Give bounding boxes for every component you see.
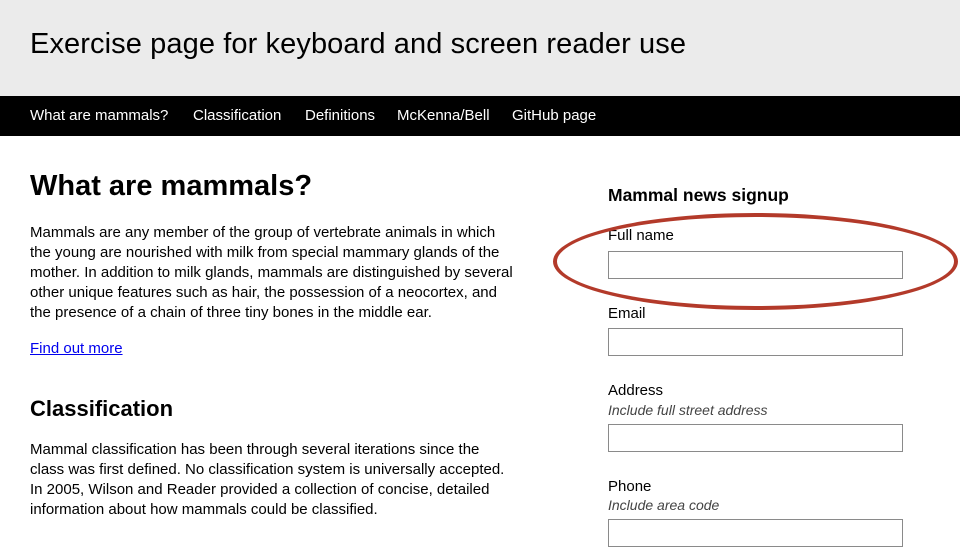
paragraph-line: other unique features such as hair, the … xyxy=(30,284,497,301)
paragraph-line: information about how mammals could be c… xyxy=(30,501,378,518)
paragraph-line: Mammals are any member of the group of v… xyxy=(30,224,496,241)
email-field[interactable] xyxy=(608,328,903,356)
signup-form-title: Mammal news signup xyxy=(608,185,789,205)
mammals-paragraph: Mammals are any member of the group of v… xyxy=(30,223,550,323)
find-out-more-link[interactable]: Find out more xyxy=(30,340,123,357)
paragraph-line: Mammal classification has been through s… xyxy=(30,441,480,458)
site-header: Exercise page for keyboard and screen re… xyxy=(0,0,960,96)
paragraph-line: class was first defined. No classificati… xyxy=(30,461,505,478)
paragraph-line: the young are nourished with milk from s… xyxy=(30,244,500,261)
paragraph-line: In 2005, Wilson and Reader provided a co… xyxy=(30,481,490,498)
nav-link-mckenna-bell[interactable]: McKenna/Bell xyxy=(397,107,490,124)
nav-link-definitions[interactable]: Definitions xyxy=(305,107,375,124)
nav-link-what-are-mammals[interactable]: What are mammals? xyxy=(30,107,168,124)
paragraph-line: the presence of a chain of three tiny bo… xyxy=(30,304,432,321)
classification-paragraph: Mammal classification has been through s… xyxy=(30,440,550,520)
paragraph-line: mother. In addition to milk glands, mamm… xyxy=(30,264,513,281)
full-name-label: Full name xyxy=(608,227,674,244)
phone-hint: Include area code xyxy=(608,497,720,513)
address-label: Address xyxy=(608,382,664,399)
nav-link-classification[interactable]: Classification xyxy=(193,107,281,124)
main-navigation: What are mammals? Classification Definit… xyxy=(0,96,960,136)
address-field[interactable] xyxy=(608,424,903,452)
section-heading-what-are-mammals: What are mammals? xyxy=(30,170,313,202)
phone-label: Phone xyxy=(608,478,652,495)
nav-link-github-page[interactable]: GitHub page xyxy=(512,107,596,124)
full-name-field[interactable] xyxy=(608,251,903,279)
email-label: Email xyxy=(608,305,646,322)
phone-field[interactable] xyxy=(608,519,903,547)
section-heading-classification: Classification xyxy=(30,396,174,421)
site-title: Exercise page for keyboard and screen re… xyxy=(30,28,687,60)
address-hint: Include full street address xyxy=(608,402,768,418)
